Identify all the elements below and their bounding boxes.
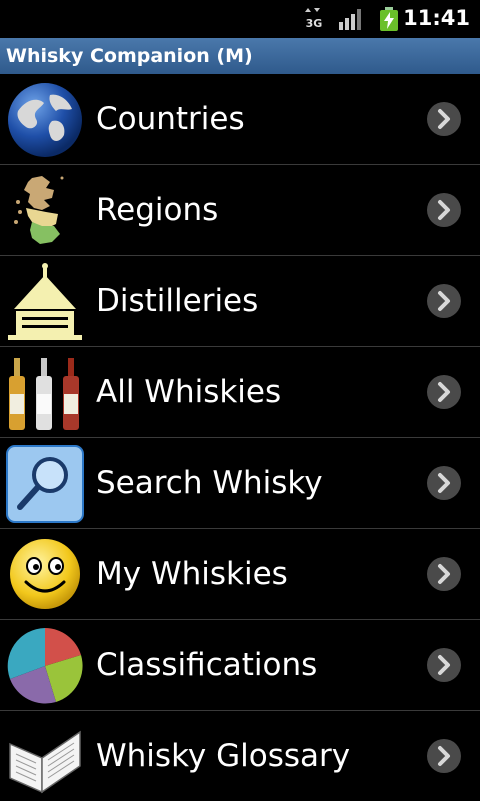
chevron-right-icon [427,284,461,318]
menu-label: Countries [96,101,245,137]
pie-chart-icon [7,628,83,704]
menu-label: Whisky Glossary [96,738,351,774]
menu-item-my-whiskies[interactable]: My Whiskies [0,529,480,620]
globe-icon [8,83,82,157]
menu-item-regions[interactable]: Regions [0,165,480,256]
menu-item-whisky-glossary[interactable]: Whisky Glossary [0,711,480,800]
chevron-right-icon [427,739,461,773]
chevron-right-icon [427,102,461,136]
app-title-bar: Whisky Companion (M) [0,38,480,74]
book-icon [9,730,81,794]
menu-label: Search Whisky [96,465,323,501]
chevron-right-icon [427,648,461,682]
battery-charging-icon [380,7,398,31]
svg-text:3G: 3G [306,17,323,30]
chevron-right-icon [427,557,461,591]
menu-item-countries[interactable]: Countries [0,74,480,165]
network-3g-icon: 3G [305,8,323,30]
smiley-icon [10,539,80,609]
menu-label: All Whiskies [96,374,282,410]
status-time: 11:41 [403,6,470,30]
pagoda-icon [8,263,82,340]
signal-strength-icon [339,9,361,30]
menu-label: Distilleries [96,283,259,319]
status-bar: 3G 11:41 [0,0,480,38]
scotland-map-icon [14,176,64,244]
menu-label: Regions [96,192,219,228]
menu-label: Classifications [96,647,318,683]
menu-item-search-whisky[interactable]: Search Whisky [0,438,480,529]
chevron-right-icon [427,193,461,227]
menu-label: My Whiskies [96,556,288,592]
app-title: Whisky Companion (M) [6,45,253,67]
bottles-icon [9,358,79,430]
main-menu-list: Countries Regions Distilleries All Whisk… [0,74,480,800]
chevron-right-icon [427,375,461,409]
menu-item-all-whiskies[interactable]: All Whiskies [0,347,480,438]
menu-item-classifications[interactable]: Classifications [0,620,480,711]
magnifier-icon [6,445,84,523]
chevron-right-icon [427,466,461,500]
menu-item-distilleries[interactable]: Distilleries [0,256,480,347]
